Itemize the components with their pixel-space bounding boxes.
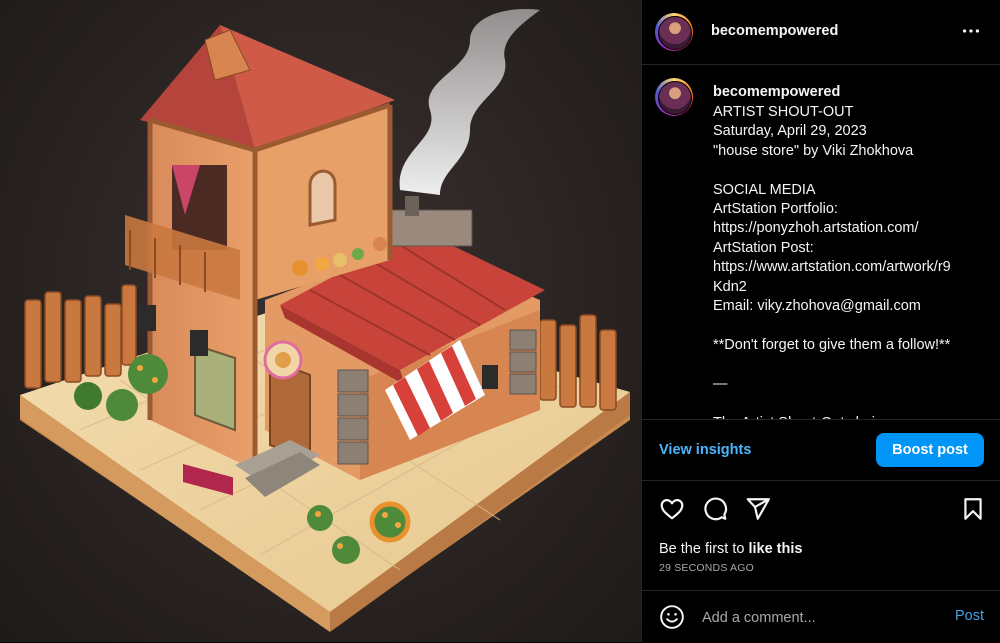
post-header: becomempowered [642,0,1000,65]
paper-plane-icon[interactable] [745,496,771,522]
header-username[interactable]: becomempowered [711,23,838,39]
house-store-illustration [20,9,630,632]
caption-text: ARTIST SHOUT-OUT Saturday, April 29, 202… [713,104,951,419]
post-comment-button[interactable]: Post [955,608,984,624]
avatar[interactable] [655,13,693,51]
likes-line: Be the first to like this [659,541,802,557]
bookmark-icon[interactable] [960,496,986,522]
post-image[interactable] [0,0,641,642]
caption-username[interactable]: becomempowered [713,84,840,100]
more-horizontal-icon[interactable] [960,20,982,42]
caption-avatar[interactable] [655,78,693,116]
insights-row: View insights Boost post [642,420,1000,481]
caption-section: becomempowered ARTIST SHOUT-OUT Saturday… [642,65,1000,420]
emoji-smiley-icon[interactable] [659,604,685,630]
view-insights-link[interactable]: View insights [659,442,751,458]
likes-prefix: Be the first to [659,541,749,557]
post-timestamp: 29 SECONDS AGO [659,562,754,574]
comment-input[interactable] [700,605,934,631]
boost-post-button[interactable]: Boost post [876,433,984,467]
comment-bubble-icon[interactable] [702,496,728,522]
like-this-link[interactable]: like this [748,541,802,557]
comment-row: Post [642,590,1000,643]
heart-icon[interactable] [659,496,685,522]
post-sidebar: becomempowered becomempowered ARTIST SHO… [642,0,1000,642]
